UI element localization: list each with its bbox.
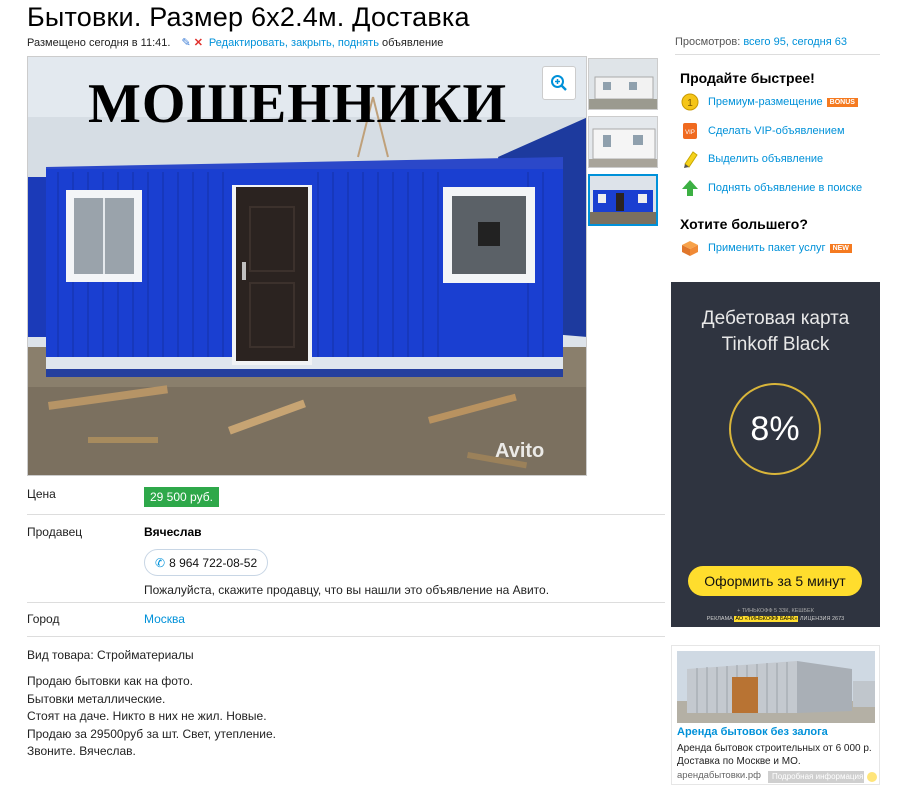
edit-pencil-icon[interactable]: ✎ — [181, 37, 190, 49]
premium-label: Премиум-размещение — [708, 96, 823, 108]
goods-type: Вид товара: Стройматериалы — [27, 648, 194, 662]
package-option[interactable]: Применить пакет услуг NEW — [680, 238, 852, 258]
svg-text:VIP: VIP — [685, 130, 695, 136]
posted-info: Размещено сегодня в 11:41. ✎ ✕ Редактирова… — [27, 36, 443, 49]
tinkoff-ad-title-line: Дебетовая карта — [701, 308, 850, 329]
description-line: Звоните. Вячеслав. — [27, 744, 136, 758]
bonus-badge: BONUS — [826, 97, 858, 107]
premium-coin-icon: 1 — [680, 92, 700, 112]
views-value[interactable]: всего 95, сегодня 63 — [743, 36, 847, 48]
divider — [675, 54, 880, 55]
rent-ad[interactable]: Аренда бытовок без залога Аренда бытовок… — [671, 645, 880, 785]
premium-option[interactable]: 1 Премиум-размещение BONUS — [680, 92, 858, 112]
apply-card-button[interactable]: Оформить за 5 минут — [688, 566, 862, 596]
phone-icon: ✆ — [155, 555, 166, 570]
ad-license: ЛИЦЕНЗИЯ 2673 — [799, 616, 845, 622]
phone-number: 8 964 722-08-52 — [169, 555, 258, 570]
package-label: Применить пакет услуг — [708, 242, 826, 254]
tinkoff-ad-title-line: Tinkoff Black — [721, 334, 830, 355]
highlight-marker-icon — [680, 149, 700, 169]
ad-label: РЕКЛАМА — [706, 616, 733, 622]
raise-label: Поднять объявление в поиске — [708, 182, 863, 194]
divider — [27, 602, 665, 603]
description-line: Продаю бытовки как на фото. — [27, 674, 193, 688]
highlight-option[interactable]: Выделить объявление — [680, 149, 823, 169]
zoom-button[interactable] — [542, 66, 576, 100]
ad-legal-text: РЕКЛАМА АО «ТИНЬКОФФ БАНК» ЛИЦЕНЗИЯ 2673 — [671, 616, 880, 622]
listing-title: Бытовки. Размер 6х2.4м. Доставка — [27, 2, 470, 32]
sell-faster-heading: Продайте быстрее! — [680, 70, 815, 86]
new-badge: NEW — [829, 243, 852, 253]
city-link[interactable]: Москва — [144, 612, 185, 626]
raise-option[interactable]: Поднять объявление в поиске — [680, 178, 862, 198]
edit-suffix: объявление — [378, 37, 444, 49]
rent-ad-image[interactable] — [677, 651, 875, 723]
ad-bank-name: АО «ТИНЬКОФФ БАНК» — [734, 616, 799, 622]
views-label: Просмотров: — [675, 36, 741, 48]
cashback-percent: 8% — [729, 383, 821, 475]
divider — [27, 636, 665, 637]
photo-thumbnail[interactable] — [588, 58, 658, 110]
phone-button[interactable]: ✆ 8 964 722-08-52 — [144, 549, 268, 576]
zoom-in-icon — [551, 75, 567, 91]
svg-text:1: 1 — [687, 98, 693, 109]
description-line: Стоят на даче. Никто в них не жил. Новые… — [27, 709, 267, 723]
ad-corner-icon[interactable] — [867, 772, 877, 782]
tinkoff-ad-title: Дебетовая карта Tinkoff Black — [671, 306, 880, 358]
rent-ad-title[interactable]: Аренда бытовок без залога — [677, 726, 828, 738]
edit-listing-link[interactable]: Редактировать, закрыть, поднять — [209, 37, 379, 49]
description-line: Продаю за 29500руб за шт. Свет, утеплени… — [27, 726, 277, 741]
seller-note: Пожалуйста, скажите продавцу, что вы наш… — [144, 583, 550, 597]
highlight-label: Выделить объявление — [708, 153, 824, 165]
raise-arrow-icon — [680, 178, 700, 198]
scam-warning-overlay: МОШЕННИКИ — [88, 73, 508, 135]
photo-thumbnail-selected[interactable] — [588, 174, 658, 226]
divider — [27, 514, 665, 515]
vip-label: Сделать VIP-объявлением — [708, 125, 845, 137]
description-line: Бытовки металлические. — [27, 691, 166, 706]
tinkoff-ad-banner[interactable]: Дебетовая карта Tinkoff Black 8% Оформит… — [671, 282, 880, 627]
want-more-heading: Хотите большего? — [680, 216, 808, 232]
description: Продаю бытовки как на фото. Бытовки мета… — [27, 673, 276, 761]
rent-ad-info-button[interactable]: Подробная информация — [768, 771, 864, 783]
rent-ad-text-line: Аренда бытовок строительных от 6 000 р. — [677, 743, 872, 754]
photo-thumbnail[interactable] — [588, 116, 658, 168]
avito-watermark: Avito — [495, 440, 545, 462]
posted-time: Размещено сегодня в 11:41. — [27, 37, 171, 49]
package-box-icon — [680, 238, 700, 258]
seller-name: Вячеслав — [144, 525, 202, 539]
seller-label: Продавец — [27, 525, 83, 539]
price-label: Цена — [27, 487, 56, 501]
price-value: 29 500 руб. — [144, 487, 219, 507]
vip-option[interactable]: VIP Сделать VIP-объявлением — [680, 121, 845, 141]
rent-ad-text: Аренда бытовок строительных от 6 000 р. … — [677, 742, 872, 768]
rent-ad-url[interactable]: арендабытовки.рф — [677, 770, 761, 781]
views-counter: Просмотров: всего 95, сегодня 63 — [675, 36, 847, 48]
close-x-icon[interactable]: ✕ — [194, 37, 203, 49]
rent-ad-text-line: Доставка по Москве и МО. — [677, 756, 801, 767]
ad-fine-print: + ТИНЬКОФФ 5 ЗЗК, КЕШБЕК — [737, 608, 814, 614]
city-label: Город — [27, 612, 60, 626]
vip-icon: VIP — [680, 121, 700, 141]
